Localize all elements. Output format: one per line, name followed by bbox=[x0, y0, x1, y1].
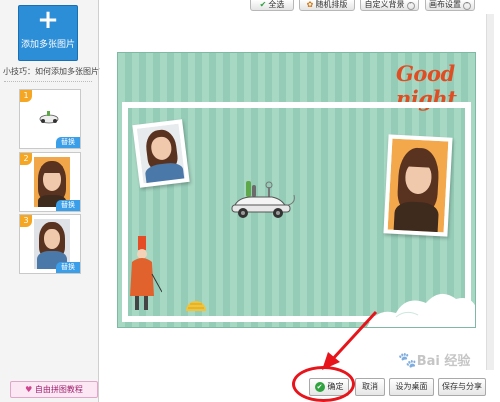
checkbox-icon: ✔ bbox=[259, 0, 267, 9]
chevron-down-icon: ˅ bbox=[406, 2, 415, 10]
save-and-share-button[interactable]: 保存与分享 bbox=[438, 378, 486, 396]
character-sticker[interactable] bbox=[124, 234, 162, 314]
swap-button[interactable]: 替换 bbox=[56, 137, 80, 148]
thumbnail-1[interactable]: 1 替换 bbox=[19, 89, 81, 149]
cancel-button[interactable]: 取消 bbox=[355, 378, 385, 396]
paw-icon: 🐾 bbox=[398, 351, 417, 369]
portrait-photo bbox=[136, 123, 186, 184]
left-panel: + 添加多张图片 小技巧：如何添加多张图片? 1 替换 2 替换 3 替换 ♥ … bbox=[0, 0, 103, 402]
add-multiple-images-button[interactable]: + 添加多张图片 bbox=[18, 5, 78, 61]
watermark: 🐾Bai 经验 bbox=[398, 350, 470, 369]
plus-icon: + bbox=[37, 5, 59, 35]
red-arrow-annotation bbox=[322, 310, 378, 370]
car-sticker[interactable] bbox=[228, 177, 298, 223]
highlight-circle-annotation bbox=[292, 366, 355, 402]
photo-left[interactable] bbox=[132, 119, 190, 188]
thumbnail-index: 3 bbox=[20, 215, 32, 227]
cloud-decoration bbox=[367, 293, 475, 327]
canvas-settings-button[interactable]: 画布设置 ˅ bbox=[425, 0, 475, 11]
car-sticker-thumbnail bbox=[39, 111, 59, 124]
thumbnail-2[interactable]: 2 替换 bbox=[19, 152, 81, 212]
divider bbox=[4, 81, 92, 82]
custom-background-button[interactable]: 自定义背景 ˅ bbox=[360, 0, 419, 11]
select-all-label: 全选 bbox=[268, 0, 285, 9]
thumbnail-index: 1 bbox=[20, 90, 32, 102]
collage-canvas[interactable]: Good night bbox=[117, 52, 476, 328]
chevron-down-icon: ˅ bbox=[463, 2, 471, 10]
canvas-settings-label: 画布设置 bbox=[429, 0, 461, 9]
swap-button[interactable]: 替换 bbox=[56, 262, 80, 273]
swap-button[interactable]: 替换 bbox=[56, 200, 80, 211]
random-layout-label: 随机排版 bbox=[315, 0, 348, 9]
random-layout-button[interactable]: ✿ 随机排版 bbox=[299, 0, 355, 11]
tip-link[interactable]: 小技巧：如何添加多张图片? bbox=[3, 66, 103, 77]
add-multiple-images-label: 添加多张图片 bbox=[20, 40, 75, 50]
tutorial-label: 自由拼图教程 bbox=[34, 385, 83, 394]
photo-right[interactable] bbox=[383, 134, 453, 237]
yellow-ball-sticker bbox=[186, 301, 206, 311]
portrait-photo bbox=[387, 138, 449, 233]
thumbnail-index: 2 bbox=[20, 153, 32, 165]
vertical-scrollbar[interactable] bbox=[486, 14, 494, 370]
shuffle-icon: ✿ bbox=[306, 0, 314, 9]
free-collage-tutorial-link[interactable]: ♥ 自由拼图教程 bbox=[10, 381, 98, 398]
heart-icon: ♥ bbox=[25, 385, 35, 394]
thumbnail-3[interactable]: 3 替换 bbox=[19, 214, 81, 274]
select-all-button[interactable]: ✔ 全选 bbox=[250, 0, 294, 11]
set-as-wallpaper-button[interactable]: 设为桌面 bbox=[389, 378, 434, 396]
watermark-text: Bai 经验 bbox=[416, 354, 471, 369]
custom-background-label: 自定义背景 bbox=[364, 0, 405, 9]
